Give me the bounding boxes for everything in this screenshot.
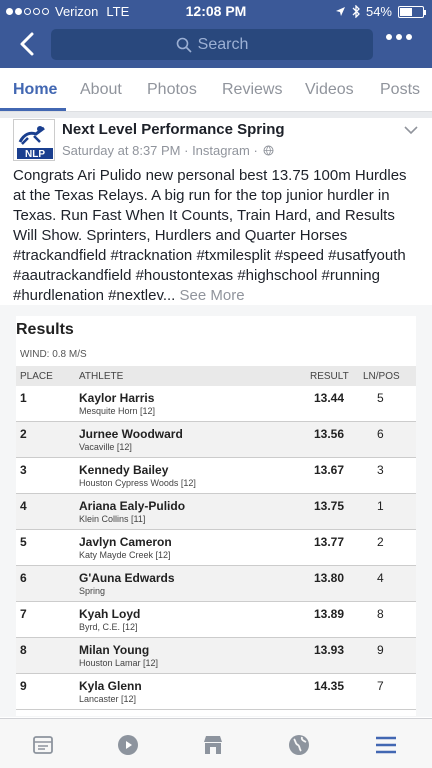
table-row: 4 Ariana Ealy-Pulido Klein Collins [11] 13.… [16, 494, 416, 530]
status-bar: Verizon LTE 12:08 PM 54% [0, 0, 432, 22]
battery-icon [398, 5, 426, 18]
cell-athlete-name: Javlyn Cameron [79, 535, 172, 549]
header-athlete: ATHLETE [79, 371, 124, 382]
cell-result: 13.75 [314, 499, 345, 513]
cell-athlete-school: Spring [79, 586, 106, 596]
more-options-button[interactable] [386, 34, 412, 40]
cell-athlete-name: Kyla Glenn [79, 679, 142, 693]
table-row: 8 Milan Young Houston Lamar [12] 13.93 9 [16, 638, 416, 674]
table-row: 5 Javlyn Cameron Katy Mayde Creek [12] 13.7… [16, 530, 416, 566]
post-options-button[interactable] [404, 122, 418, 140]
news-feed-icon[interactable] [31, 733, 55, 757]
cell-place: 9 [20, 679, 27, 693]
cell-athlete-school: Klein Collins [11] [79, 514, 146, 524]
cell-athlete-school: Houston Lamar [12] [79, 658, 159, 668]
cell-athlete-school: Houston Cypress Woods [12] [79, 478, 196, 488]
cell-ln-pos: 6 [377, 427, 384, 441]
globe-icon[interactable] [287, 733, 311, 757]
cell-athlete-name: Kyah Loyd [79, 607, 141, 621]
active-tab-indicator [0, 108, 66, 111]
cell-place: 1 [20, 391, 27, 405]
cell-result: 13.77 [314, 535, 345, 549]
back-button[interactable] [12, 28, 42, 60]
chevron-left-icon [20, 32, 34, 56]
cell-athlete-school: Katy Mayde Creek [12] [79, 550, 171, 560]
tab-about[interactable]: About [80, 81, 122, 99]
post-timestamp[interactable]: Saturday at 8:37 PM · Instagram · [62, 143, 258, 158]
cell-place: 8 [20, 643, 27, 657]
cell-athlete-name: G'Auna Edwards [79, 571, 175, 585]
cell-athlete-name: Jurnee Woodward [79, 427, 183, 441]
cell-ln-pos: 7 [377, 679, 384, 693]
cell-place: 3 [20, 463, 27, 477]
tab-videos[interactable]: Videos [305, 81, 354, 99]
cell-result: 13.93 [314, 643, 345, 657]
cell-athlete-school: Mesquite Horn [12] [79, 406, 156, 416]
cell-ln-pos: 8 [377, 607, 384, 621]
cell-ln-pos: 9 [377, 643, 384, 657]
divider [0, 112, 432, 118]
search-bar[interactable]: Search [51, 29, 373, 60]
marketplace-icon[interactable] [201, 733, 225, 757]
tab-photos[interactable]: Photos [147, 81, 197, 99]
see-more-link[interactable]: See More [180, 287, 245, 304]
post-meta: Saturday at 8:37 PM · Instagram · [62, 143, 274, 158]
cell-athlete-name: Ariana Ealy-Pulido [79, 499, 186, 513]
cell-athlete-name: Kennedy Bailey [79, 463, 169, 477]
cell-ln-pos: 5 [377, 391, 384, 405]
table-row: 2 Jurnee Woodward Vacaville [12] 13.56 6 [16, 422, 416, 458]
chevron-down-icon [404, 126, 418, 135]
cell-athlete-school: Vacaville [12] [79, 442, 132, 452]
cell-athlete-school: Byrd, C.E. [12] [79, 622, 138, 632]
avatar-logo-text: NLP [25, 149, 45, 160]
tab-reviews[interactable]: Reviews [222, 81, 282, 99]
results-title: Results [16, 321, 74, 338]
cell-result: 13.80 [314, 571, 345, 585]
cell-result: 13.56 [314, 427, 345, 441]
search-placeholder: Search [197, 35, 249, 53]
post-text: Congrats Ari Pulido new personal best 13… [13, 167, 407, 304]
video-icon[interactable] [116, 733, 140, 757]
cell-place: 6 [20, 571, 27, 585]
cell-result: 13.67 [314, 463, 345, 477]
tab-home[interactable]: Home [13, 81, 57, 99]
cell-place: 4 [20, 499, 27, 513]
cell-ln-pos: 1 [377, 499, 384, 513]
cell-place: 2 [20, 427, 27, 441]
nlp-logo: NLP [17, 126, 53, 160]
header-ln-pos: LN/POS [363, 371, 400, 382]
header-result: RESULT [310, 371, 349, 382]
table-row: 6 G'Auna Edwards Spring 13.80 4 [16, 566, 416, 602]
bluetooth-icon [352, 5, 360, 18]
cell-ln-pos: 4 [377, 571, 384, 585]
location-icon [335, 7, 345, 16]
post-body: Congrats Ari Pulido new personal best 13… [13, 166, 423, 306]
cell-athlete-name: Milan Young [79, 643, 150, 657]
search-icon [176, 37, 192, 53]
wind-info: WIND: 0.8 M/S [20, 349, 87, 360]
table-row: 3 Kennedy Bailey Houston Cypress Woods [12… [16, 458, 416, 494]
globe-small-icon [263, 145, 274, 156]
cell-ln-pos: 3 [377, 463, 384, 477]
page-tabs: Home About Photos Reviews Videos Posts [0, 68, 432, 112]
cell-athlete-name: Kaylor Harris [79, 391, 155, 405]
page-name[interactable]: Next Level Performance Spring [62, 121, 285, 138]
header-place: PLACE [20, 371, 53, 382]
cell-place: 5 [20, 535, 27, 549]
table-row: 7 Kyah Loyd Byrd, C.E. [12] 13.89 8 [16, 602, 416, 638]
cell-result: 14.35 [314, 679, 345, 693]
bottom-tab-bar [0, 718, 432, 768]
battery-percent: 54% [365, 4, 392, 19]
menu-icon[interactable] [374, 733, 398, 757]
cell-result: 13.89 [314, 607, 345, 621]
tab-posts[interactable]: Posts [380, 81, 420, 99]
results-table-header: PLACE ATHLETE RESULT LN/POS [16, 366, 416, 386]
page-avatar[interactable]: NLP [13, 119, 55, 161]
cell-athlete-school: Lancaster [12] [79, 694, 137, 704]
table-row: 1 Kaylor Harris Mesquite Horn [12] 13.44 5 [16, 386, 416, 422]
table-row: 9 Kyla Glenn Lancaster [12] 14.35 7 [16, 674, 416, 710]
cell-place: 7 [20, 607, 27, 621]
cell-ln-pos: 2 [377, 535, 384, 549]
cell-result: 13.44 [314, 391, 345, 405]
